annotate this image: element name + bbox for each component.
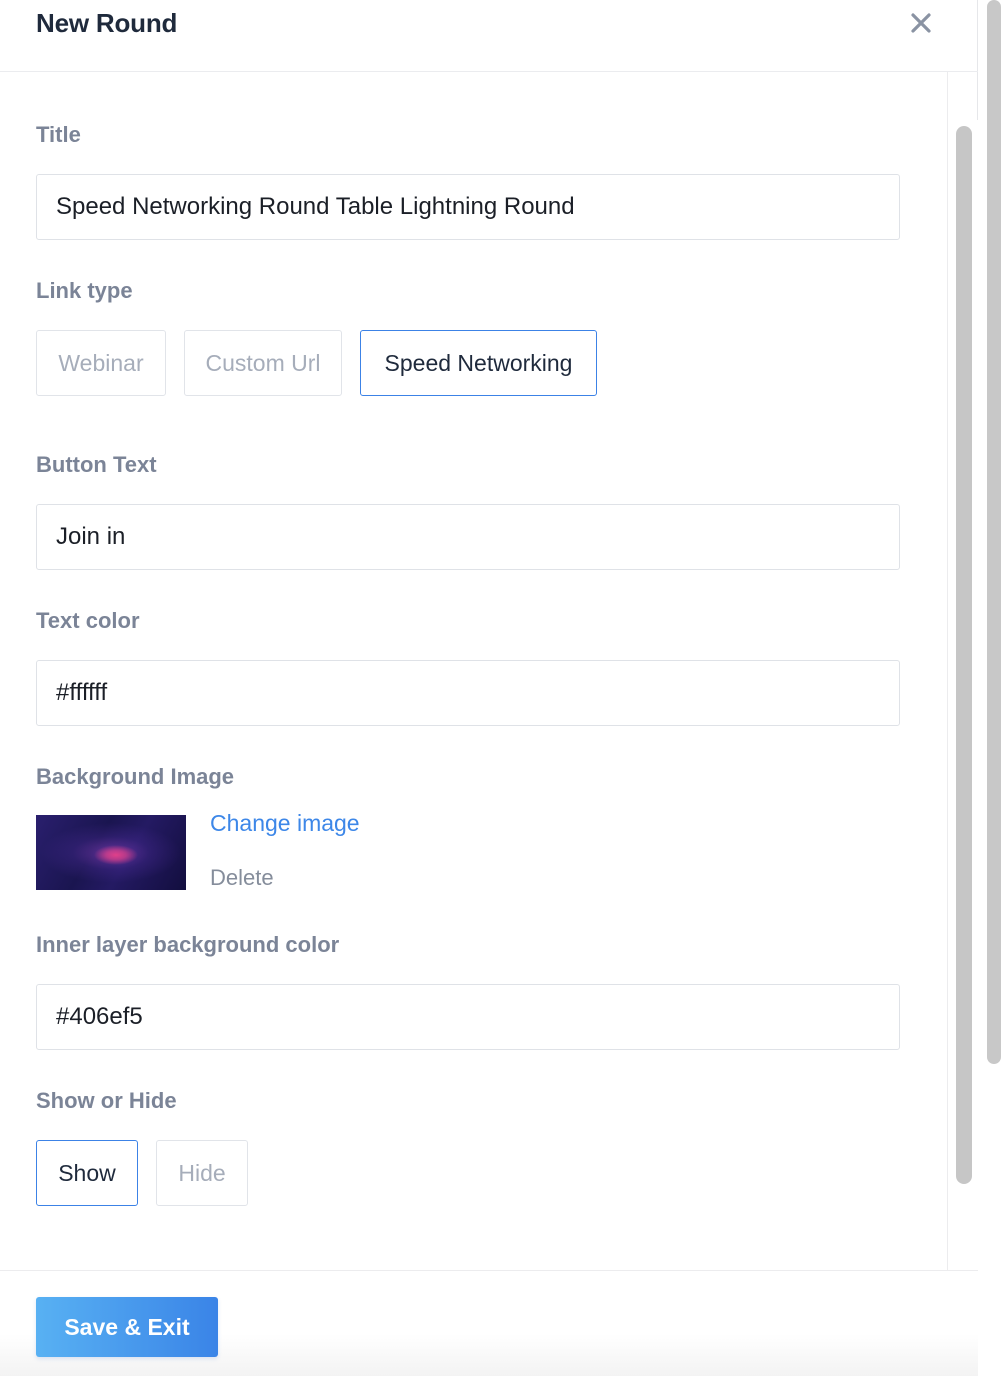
text-color-input[interactable]: #ffffff bbox=[36, 660, 900, 726]
button-text-label: Button Text bbox=[36, 452, 157, 477]
close-button[interactable] bbox=[906, 8, 936, 38]
background-image-preview bbox=[36, 815, 186, 890]
close-icon bbox=[911, 13, 931, 33]
link-type-speed-networking[interactable]: Speed Networking bbox=[360, 330, 597, 396]
link-type-label: Link type bbox=[36, 278, 133, 303]
background-image-label: Background Image bbox=[36, 764, 235, 789]
page-scrollbar-thumb[interactable] bbox=[987, 0, 1001, 1064]
link-type-webinar[interactable]: Webinar bbox=[36, 330, 166, 396]
show-option[interactable]: Show bbox=[36, 1140, 138, 1206]
text-color-label: Text color bbox=[36, 608, 140, 633]
hide-option[interactable]: Hide bbox=[156, 1140, 248, 1206]
title-input[interactable]: Speed Networking Round Table Lightning R… bbox=[36, 174, 900, 240]
change-image-link[interactable]: Change image bbox=[210, 810, 360, 837]
button-text-input[interactable]: Join in bbox=[36, 504, 900, 570]
save-exit-button[interactable]: Save & Exit bbox=[36, 1297, 218, 1357]
panel-title: New Round bbox=[36, 8, 178, 38]
title-label: Title bbox=[36, 122, 81, 147]
delete-image-link[interactable]: Delete bbox=[210, 865, 274, 891]
show-or-hide-label: Show or Hide bbox=[36, 1088, 177, 1113]
new-round-panel: New Round Title Speed Networking Round T… bbox=[0, 0, 978, 1376]
panel-header: New Round bbox=[0, 0, 978, 72]
inner-bg-color-label: Inner layer background color bbox=[36, 932, 340, 957]
inner-bg-color-input[interactable]: #406ef5 bbox=[36, 984, 900, 1050]
link-type-custom-url[interactable]: Custom Url bbox=[184, 330, 342, 396]
form-scrollbar-thumb[interactable] bbox=[956, 126, 972, 1184]
